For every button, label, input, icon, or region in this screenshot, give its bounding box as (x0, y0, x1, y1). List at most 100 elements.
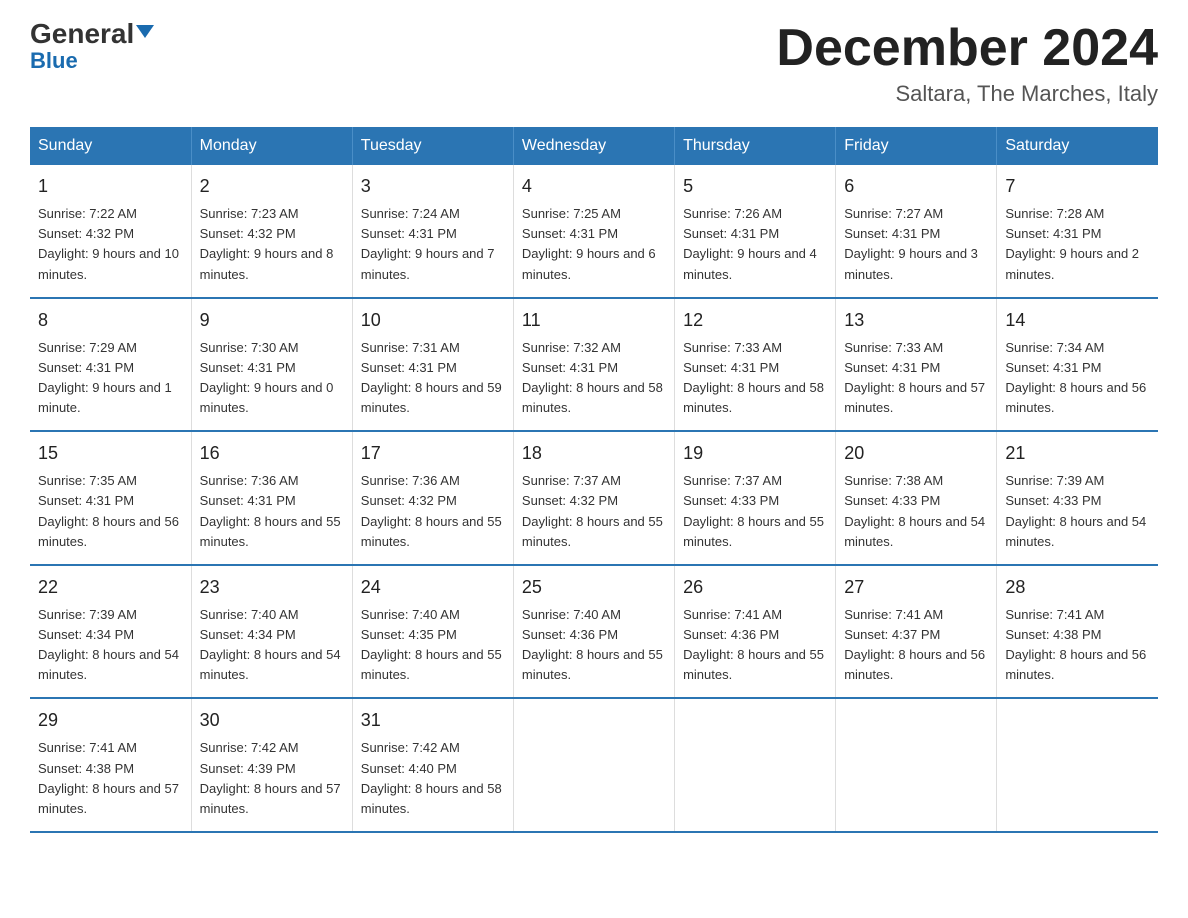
calendar-cell: 2 Sunrise: 7:23 AMSunset: 4:32 PMDayligh… (191, 165, 352, 298)
day-number: 24 (361, 574, 505, 601)
day-number: 14 (1005, 307, 1150, 334)
day-number: 22 (38, 574, 183, 601)
calendar-cell: 29 Sunrise: 7:41 AMSunset: 4:38 PMDaylig… (30, 698, 191, 832)
day-number: 10 (361, 307, 505, 334)
day-number: 8 (38, 307, 183, 334)
day-number: 23 (200, 574, 344, 601)
day-info: Sunrise: 7:40 AMSunset: 4:35 PMDaylight:… (361, 605, 505, 686)
day-number: 25 (522, 574, 666, 601)
day-info: Sunrise: 7:37 AMSunset: 4:32 PMDaylight:… (522, 471, 666, 552)
day-number: 6 (844, 173, 988, 200)
calendar-cell (997, 698, 1158, 832)
header-row: SundayMondayTuesdayWednesdayThursdayFrid… (30, 127, 1158, 165)
day-info: Sunrise: 7:41 AMSunset: 4:38 PMDaylight:… (1005, 605, 1150, 686)
calendar-week-row: 1 Sunrise: 7:22 AMSunset: 4:32 PMDayligh… (30, 165, 1158, 298)
day-info: Sunrise: 7:35 AMSunset: 4:31 PMDaylight:… (38, 471, 183, 552)
day-of-week-header: Tuesday (352, 127, 513, 165)
calendar-cell: 10 Sunrise: 7:31 AMSunset: 4:31 PMDaylig… (352, 298, 513, 432)
day-number: 19 (683, 440, 827, 467)
day-number: 20 (844, 440, 988, 467)
day-info: Sunrise: 7:23 AMSunset: 4:32 PMDaylight:… (200, 204, 344, 285)
calendar-body: 1 Sunrise: 7:22 AMSunset: 4:32 PMDayligh… (30, 165, 1158, 832)
day-info: Sunrise: 7:31 AMSunset: 4:31 PMDaylight:… (361, 338, 505, 419)
day-info: Sunrise: 7:41 AMSunset: 4:38 PMDaylight:… (38, 738, 183, 819)
calendar-cell: 31 Sunrise: 7:42 AMSunset: 4:40 PMDaylig… (352, 698, 513, 832)
day-number: 1 (38, 173, 183, 200)
calendar-cell (836, 698, 997, 832)
day-info: Sunrise: 7:29 AMSunset: 4:31 PMDaylight:… (38, 338, 183, 419)
calendar-cell: 25 Sunrise: 7:40 AMSunset: 4:36 PMDaylig… (513, 565, 674, 699)
day-info: Sunrise: 7:33 AMSunset: 4:31 PMDaylight:… (683, 338, 827, 419)
calendar-cell: 4 Sunrise: 7:25 AMSunset: 4:31 PMDayligh… (513, 165, 674, 298)
day-info: Sunrise: 7:41 AMSunset: 4:37 PMDaylight:… (844, 605, 988, 686)
calendar-week-row: 15 Sunrise: 7:35 AMSunset: 4:31 PMDaylig… (30, 431, 1158, 565)
day-number: 9 (200, 307, 344, 334)
day-of-week-header: Saturday (997, 127, 1158, 165)
day-info: Sunrise: 7:30 AMSunset: 4:31 PMDaylight:… (200, 338, 344, 419)
day-info: Sunrise: 7:41 AMSunset: 4:36 PMDaylight:… (683, 605, 827, 686)
calendar-cell: 15 Sunrise: 7:35 AMSunset: 4:31 PMDaylig… (30, 431, 191, 565)
day-info: Sunrise: 7:40 AMSunset: 4:36 PMDaylight:… (522, 605, 666, 686)
calendar-cell: 14 Sunrise: 7:34 AMSunset: 4:31 PMDaylig… (997, 298, 1158, 432)
day-of-week-header: Wednesday (513, 127, 674, 165)
logo: General Blue (30, 20, 154, 72)
day-number: 7 (1005, 173, 1150, 200)
calendar-cell: 19 Sunrise: 7:37 AMSunset: 4:33 PMDaylig… (675, 431, 836, 565)
calendar-cell: 5 Sunrise: 7:26 AMSunset: 4:31 PMDayligh… (675, 165, 836, 298)
day-info: Sunrise: 7:33 AMSunset: 4:31 PMDaylight:… (844, 338, 988, 419)
calendar-cell: 18 Sunrise: 7:37 AMSunset: 4:32 PMDaylig… (513, 431, 674, 565)
day-info: Sunrise: 7:39 AMSunset: 4:34 PMDaylight:… (38, 605, 183, 686)
day-info: Sunrise: 7:26 AMSunset: 4:31 PMDaylight:… (683, 204, 827, 285)
calendar-header: SundayMondayTuesdayWednesdayThursdayFrid… (30, 127, 1158, 165)
calendar-cell: 11 Sunrise: 7:32 AMSunset: 4:31 PMDaylig… (513, 298, 674, 432)
calendar-week-row: 29 Sunrise: 7:41 AMSunset: 4:38 PMDaylig… (30, 698, 1158, 832)
day-number: 5 (683, 173, 827, 200)
calendar-cell: 30 Sunrise: 7:42 AMSunset: 4:39 PMDaylig… (191, 698, 352, 832)
day-info: Sunrise: 7:39 AMSunset: 4:33 PMDaylight:… (1005, 471, 1150, 552)
calendar-cell: 16 Sunrise: 7:36 AMSunset: 4:31 PMDaylig… (191, 431, 352, 565)
day-number: 21 (1005, 440, 1150, 467)
day-number: 13 (844, 307, 988, 334)
day-info: Sunrise: 7:34 AMSunset: 4:31 PMDaylight:… (1005, 338, 1150, 419)
day-number: 18 (522, 440, 666, 467)
day-number: 11 (522, 307, 666, 334)
calendar-table: SundayMondayTuesdayWednesdayThursdayFrid… (30, 127, 1158, 833)
day-number: 16 (200, 440, 344, 467)
calendar-cell: 9 Sunrise: 7:30 AMSunset: 4:31 PMDayligh… (191, 298, 352, 432)
day-number: 4 (522, 173, 666, 200)
day-number: 29 (38, 707, 183, 734)
calendar-cell (675, 698, 836, 832)
calendar-cell: 13 Sunrise: 7:33 AMSunset: 4:31 PMDaylig… (836, 298, 997, 432)
calendar-cell: 27 Sunrise: 7:41 AMSunset: 4:37 PMDaylig… (836, 565, 997, 699)
calendar-cell: 23 Sunrise: 7:40 AMSunset: 4:34 PMDaylig… (191, 565, 352, 699)
logo-triangle-icon (136, 25, 154, 38)
title-area: December 2024 Saltara, The Marches, Ital… (776, 20, 1158, 107)
month-title: December 2024 (776, 20, 1158, 77)
day-info: Sunrise: 7:25 AMSunset: 4:31 PMDaylight:… (522, 204, 666, 285)
day-of-week-header: Sunday (30, 127, 191, 165)
calendar-cell: 17 Sunrise: 7:36 AMSunset: 4:32 PMDaylig… (352, 431, 513, 565)
day-of-week-header: Thursday (675, 127, 836, 165)
calendar-cell: 3 Sunrise: 7:24 AMSunset: 4:31 PMDayligh… (352, 165, 513, 298)
day-info: Sunrise: 7:36 AMSunset: 4:31 PMDaylight:… (200, 471, 344, 552)
calendar-cell: 24 Sunrise: 7:40 AMSunset: 4:35 PMDaylig… (352, 565, 513, 699)
logo-name: General (30, 20, 154, 48)
day-info: Sunrise: 7:38 AMSunset: 4:33 PMDaylight:… (844, 471, 988, 552)
day-info: Sunrise: 7:32 AMSunset: 4:31 PMDaylight:… (522, 338, 666, 419)
calendar-cell: 1 Sunrise: 7:22 AMSunset: 4:32 PMDayligh… (30, 165, 191, 298)
day-number: 2 (200, 173, 344, 200)
day-of-week-header: Monday (191, 127, 352, 165)
day-info: Sunrise: 7:22 AMSunset: 4:32 PMDaylight:… (38, 204, 183, 285)
day-info: Sunrise: 7:40 AMSunset: 4:34 PMDaylight:… (200, 605, 344, 686)
calendar-cell: 21 Sunrise: 7:39 AMSunset: 4:33 PMDaylig… (997, 431, 1158, 565)
calendar-cell: 8 Sunrise: 7:29 AMSunset: 4:31 PMDayligh… (30, 298, 191, 432)
day-number: 30 (200, 707, 344, 734)
calendar-cell: 7 Sunrise: 7:28 AMSunset: 4:31 PMDayligh… (997, 165, 1158, 298)
day-info: Sunrise: 7:42 AMSunset: 4:39 PMDaylight:… (200, 738, 344, 819)
day-info: Sunrise: 7:37 AMSunset: 4:33 PMDaylight:… (683, 471, 827, 552)
calendar-cell: 6 Sunrise: 7:27 AMSunset: 4:31 PMDayligh… (836, 165, 997, 298)
page-header: General Blue December 2024 Saltara, The … (30, 20, 1158, 107)
logo-blue: Blue (30, 50, 154, 72)
location-title: Saltara, The Marches, Italy (776, 81, 1158, 107)
day-number: 17 (361, 440, 505, 467)
